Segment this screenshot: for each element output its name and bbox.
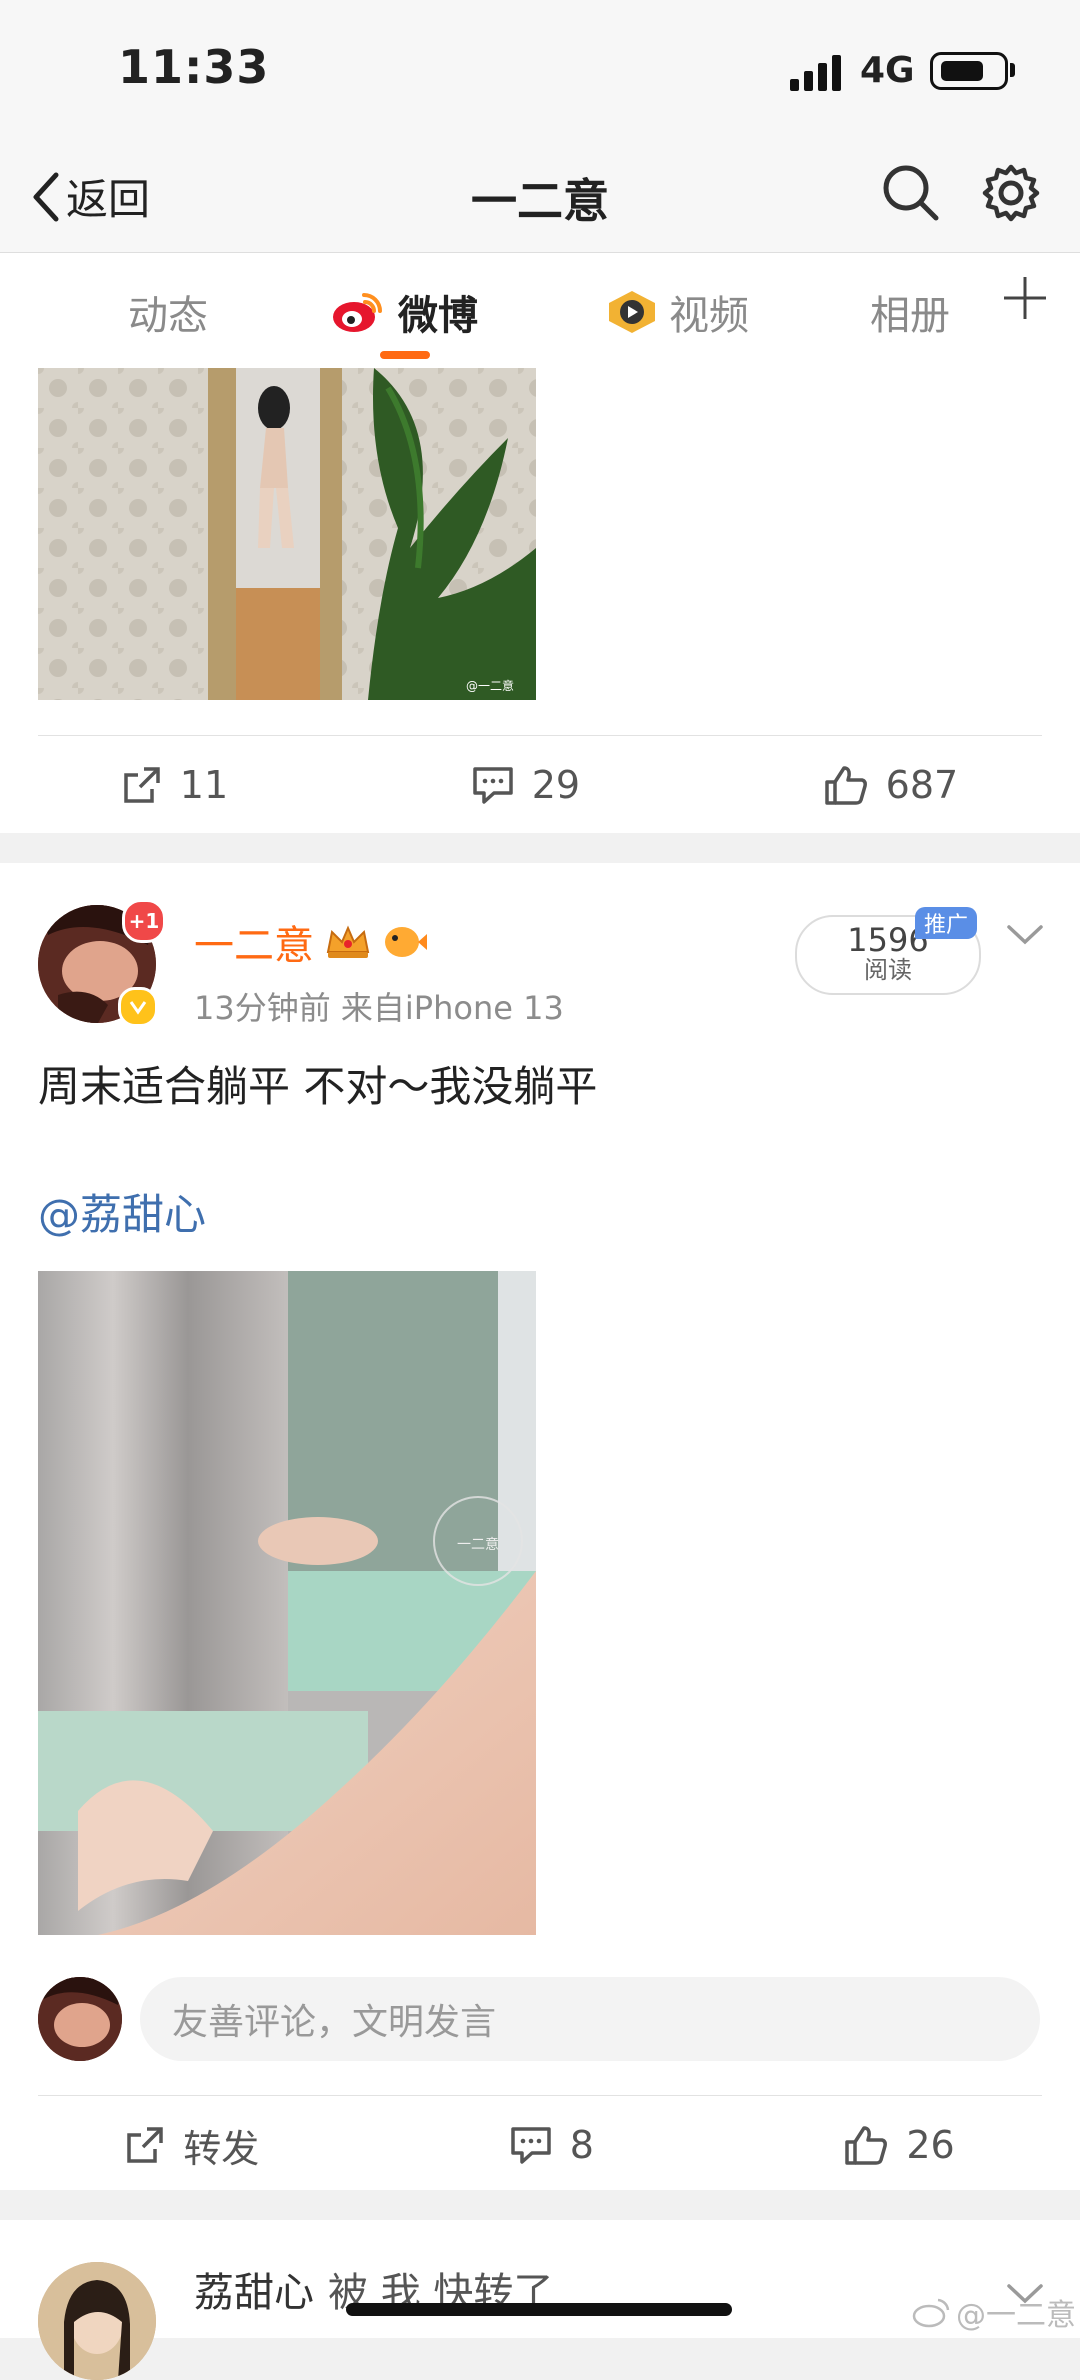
weibo-logo-icon (912, 2298, 950, 2328)
comment-count: 29 (531, 763, 581, 807)
image-watermark: 一二意 (457, 1536, 499, 1553)
profile-tabs: 动态 微博 视频 相册 (0, 253, 1080, 363)
home-indicator[interactable] (346, 2303, 732, 2316)
tab-label: 动态 (128, 293, 208, 339)
repost-icon (124, 767, 160, 803)
footer-watermark: @一二意 (912, 2290, 1076, 2334)
search-icon[interactable] (880, 162, 942, 224)
comment-button[interactable]: 8 (510, 2123, 594, 2167)
repost-icon (127, 2127, 163, 2163)
footer-watermark-text: @一二意 (956, 2298, 1076, 2333)
network-type: 4G (860, 50, 915, 91)
repost-button[interactable]: 转发 (125, 2118, 259, 2173)
chevron-down-icon[interactable] (1006, 923, 1044, 947)
tab-dynamic[interactable]: 动态 (128, 283, 208, 341)
battery-icon (930, 52, 1008, 90)
like-button[interactable]: 26 (844, 2123, 955, 2167)
author-name[interactable]: 一二意 (194, 913, 314, 971)
promo-badge: 推广 (915, 907, 977, 939)
thumbs-up-icon (845, 2126, 888, 2165)
repost-button[interactable]: 11 (122, 763, 228, 807)
reads-label: 阅读 (864, 956, 912, 984)
thumbs-up-icon (824, 766, 867, 805)
tab-label: 视频 (669, 293, 749, 339)
comment-input[interactable]: 友善评论，文明发言 (140, 1977, 1040, 2061)
video-icon (609, 291, 655, 333)
like-button[interactable]: 687 (824, 763, 959, 807)
nav-bar: 返回 一二意 (0, 140, 1080, 253)
comment-icon (472, 767, 513, 804)
author-name[interactable]: 荔甜心 (194, 2260, 314, 2318)
tab-album[interactable]: 相册 (870, 283, 950, 341)
signal-icon (790, 55, 841, 91)
author-row: 一二意 (194, 913, 428, 971)
my-avatar (38, 1977, 122, 2061)
avatar[interactable] (38, 2262, 156, 2380)
status-bar: 11:33 4G (0, 0, 1080, 140)
mention-link[interactable]: @荔甜心 (38, 1181, 206, 1242)
post-actions: 11 29 687 (0, 737, 1080, 833)
active-tab-indicator (380, 351, 430, 359)
plus-icon[interactable] (1000, 273, 1050, 323)
weibo-logo-icon (333, 293, 382, 332)
like-count: 26 (906, 2123, 955, 2167)
avatar-image (38, 2262, 156, 2380)
image-watermark: @一二意 (466, 678, 514, 693)
photo-blurred: 一二意 (38, 1271, 536, 1935)
post-actions: 转发 8 26 (0, 2097, 1080, 2193)
repost-label: 转发 (183, 2126, 260, 2171)
repost-count: 11 (179, 763, 229, 807)
post-card: +1 一二意 13分钟前 来自iPhone 13 1596 阅读 推广 周末适合… (0, 863, 1080, 2190)
tab-label: 微博 (398, 293, 478, 339)
crown-vip-icon (326, 925, 370, 958)
tab-video[interactable]: 视频 (605, 283, 749, 341)
photo-mirror-selfie: @一二意 (38, 368, 536, 700)
post-meta: 13分钟前 来自iPhone 13 (194, 989, 564, 1027)
verified-icon (118, 987, 158, 1027)
notification-badge: +1 (122, 899, 166, 943)
post-text: 周末适合躺平 不对～我没躺平 (38, 1062, 598, 1111)
comment-button[interactable]: 29 (472, 763, 580, 807)
gear-icon[interactable] (980, 162, 1042, 224)
post-image[interactable]: @一二意 (38, 368, 536, 700)
tab-label: 相册 (870, 293, 950, 339)
like-count: 687 (885, 763, 959, 807)
post-card: @一二意 11 29 687 (0, 363, 1080, 833)
comment-icon (510, 2127, 551, 2164)
comment-count: 8 (569, 2123, 594, 2167)
fan-level-icon (385, 927, 427, 957)
tab-weibo[interactable]: 微博 (330, 283, 478, 341)
post-image[interactable]: 一二意 (38, 1271, 536, 1935)
status-time: 11:33 (118, 40, 270, 94)
